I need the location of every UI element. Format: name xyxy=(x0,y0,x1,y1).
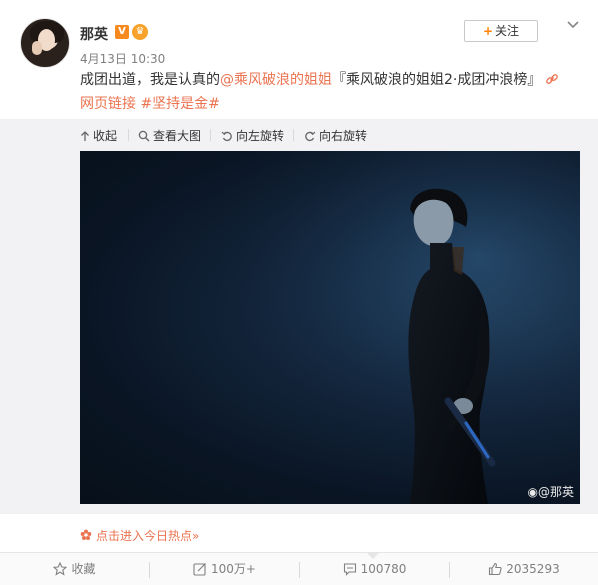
web-link[interactable]: 网页链接 xyxy=(80,96,136,112)
avatar[interactable] xyxy=(20,18,70,68)
repost-icon xyxy=(193,563,206,576)
vip-crown-icon[interactable]: ♛ xyxy=(132,24,148,40)
rotate-left-label: 向左旋转 xyxy=(236,129,285,143)
weibo-watermark-icon: ◉ xyxy=(527,485,538,499)
collapse-label: 收起 xyxy=(93,129,118,143)
post-timestamp[interactable]: 4月13日 10:30 xyxy=(80,50,165,67)
rotate-left-icon xyxy=(221,131,232,142)
username[interactable]: 那英 xyxy=(80,24,108,44)
post-photo[interactable]: ◉@那英 xyxy=(80,151,580,504)
trending-hotspot-link[interactable]: 点击进入今日热点» xyxy=(80,527,199,544)
rotate-right-icon xyxy=(305,131,316,142)
collapse-button[interactable]: 收起 xyxy=(80,127,117,144)
comment-count: 100780 xyxy=(360,562,407,576)
star-icon xyxy=(53,561,68,576)
avatar-hand xyxy=(32,41,42,55)
trending-hotspot-label: 点击进入今日热点» xyxy=(96,529,200,543)
follow-label: 关注 xyxy=(495,24,520,38)
link-icon[interactable] xyxy=(545,72,559,86)
plus-icon: + xyxy=(482,24,494,38)
magnifier-icon xyxy=(138,130,150,142)
weibo-post-card: 那英 V ♛ 4月13日 10:30 + 关注 成团出道，我是认真的@乘风破浪的姐… xyxy=(0,0,598,585)
favorite-button[interactable]: 收藏 xyxy=(0,553,149,585)
view-large-button[interactable]: 查看大图 xyxy=(138,127,201,144)
repost-button[interactable]: 100万+ xyxy=(150,553,299,585)
media-container: 收起 查看大图 向左旋转 向右旋转 ◉@那英 xyxy=(0,119,598,514)
photo-watermark: ◉@那英 xyxy=(528,483,575,500)
rotate-right-label: 向右旋转 xyxy=(319,129,368,143)
comment-icon xyxy=(343,563,356,576)
favorite-label: 收藏 xyxy=(71,562,96,576)
performer-silhouette-image xyxy=(80,151,580,504)
verified-badge-icon[interactable]: V xyxy=(115,25,129,39)
toolbar-divider xyxy=(210,129,211,141)
rotate-left-button[interactable]: 向左旋转 xyxy=(221,127,284,144)
thumbs-up-icon xyxy=(489,562,502,576)
comment-button[interactable]: 100780 xyxy=(300,553,449,585)
mention-link[interactable]: @乘风破浪的姐姐 xyxy=(220,72,332,88)
flower-icon xyxy=(80,529,92,540)
collapse-icon xyxy=(81,131,89,141)
quote-text: 『乘风破浪的姐姐2·成团冲浪榜』 xyxy=(332,72,542,88)
repost-count: 100万+ xyxy=(211,562,256,576)
follow-button[interactable]: + 关注 xyxy=(464,20,538,42)
post-text: 成团出道，我是认真的@乘风破浪的姐姐『乘风破浪的姐姐2·成团冲浪榜』 网页链接 … xyxy=(80,68,580,116)
action-bar: 收藏 100万+ 100780 2035293 xyxy=(0,552,598,585)
hashtag-link[interactable]: #坚持是金# xyxy=(140,96,219,112)
rotate-right-button[interactable]: 向右旋转 xyxy=(304,127,367,144)
chevron-down-icon[interactable] xyxy=(566,18,580,32)
like-button[interactable]: 2035293 xyxy=(450,553,598,585)
post-text-prefix: 成团出道，我是认真的 xyxy=(80,72,220,88)
like-count: 2035293 xyxy=(506,562,560,576)
view-large-label: 查看大图 xyxy=(153,129,202,143)
toolbar-divider xyxy=(293,129,294,141)
photo-watermark-text: @那英 xyxy=(537,485,574,499)
toolbar-divider xyxy=(128,129,129,141)
